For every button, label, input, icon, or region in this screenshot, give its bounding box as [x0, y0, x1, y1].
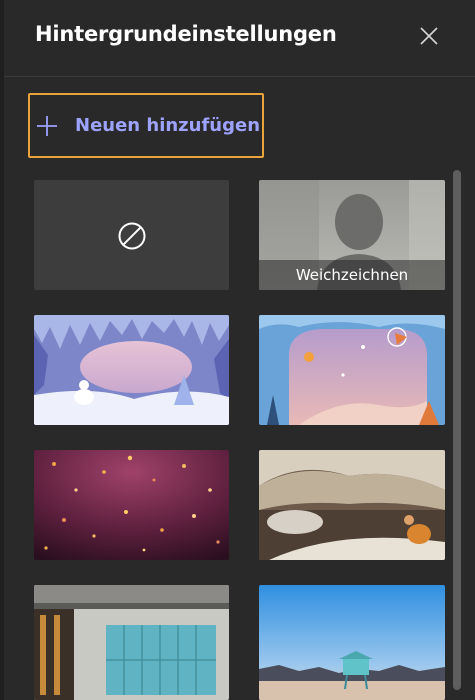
close-button[interactable] — [416, 23, 442, 49]
add-new-label: Neuen hinzufügen — [75, 115, 261, 136]
background-beach-lifeguard-tile[interactable] — [259, 585, 445, 700]
scrollbar-thumb[interactable] — [453, 170, 461, 690]
panel-edge — [0, 0, 4, 700]
blur-label: Weichzeichnen — [259, 260, 445, 290]
blanket-fort-image — [259, 450, 445, 560]
background-office-tile[interactable] — [34, 585, 229, 700]
background-blanket-fort-tile[interactable] — [259, 450, 445, 560]
office-image — [34, 585, 229, 700]
background-ice-cave-tile[interactable] — [34, 315, 229, 425]
header-divider — [4, 76, 475, 77]
panel-title: Hintergrundeinstellungen — [35, 22, 337, 46]
background-blur-tile[interactable]: Weichzeichnen — [259, 180, 445, 290]
no-background-icon — [118, 222, 146, 250]
background-winter-scene-tile[interactable] — [259, 315, 445, 425]
add-new-background-button[interactable]: Neuen hinzufügen — [28, 93, 264, 158]
winter-scene-image — [259, 315, 445, 425]
ice-cave-image — [34, 315, 229, 425]
background-confetti-tile[interactable] — [34, 450, 229, 560]
confetti-image — [34, 450, 229, 560]
plus-icon — [37, 116, 57, 136]
beach-lifeguard-image — [259, 585, 445, 700]
background-none-tile[interactable] — [34, 180, 229, 290]
panel-header: Hintergrundeinstellungen — [4, 0, 475, 76]
close-icon — [420, 27, 438, 45]
